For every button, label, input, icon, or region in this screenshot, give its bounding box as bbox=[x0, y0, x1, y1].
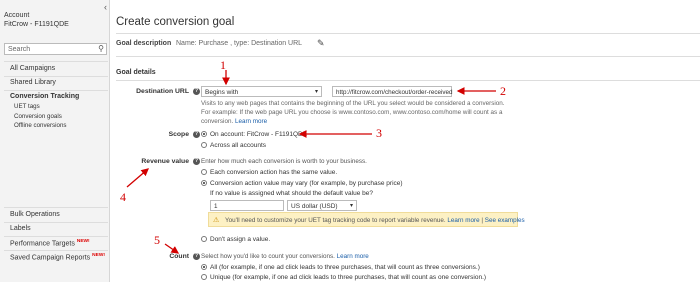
sidebar-item-conversion-tracking[interactable]: Conversion Tracking bbox=[10, 93, 79, 100]
scope-label: Scope bbox=[168, 131, 189, 138]
count-desc-text: Select how you'd like to count your conv… bbox=[201, 253, 335, 260]
search-icon[interactable]: ⚲ bbox=[98, 44, 104, 53]
option-label: All (for example, if one ad click leads … bbox=[210, 264, 480, 271]
default-value-input[interactable]: 1 bbox=[210, 200, 284, 211]
radio-selected[interactable] bbox=[201, 180, 207, 186]
see-examples-link[interactable]: See examples bbox=[485, 217, 525, 224]
learn-more-link[interactable]: Learn more bbox=[235, 118, 267, 125]
warning-message: You'll need to customize your UET tag tr… bbox=[225, 216, 446, 224]
warning-banner: ⚠ You'll need to customize your UET tag … bbox=[208, 212, 525, 227]
learn-more-link[interactable]: Learn more bbox=[337, 253, 369, 260]
desc-text: conversion. bbox=[201, 118, 234, 125]
edit-pencil-icon[interactable]: ✎ bbox=[317, 38, 325, 49]
sidebar-item-performance-targets[interactable]: Performance Targets NEW! bbox=[10, 239, 90, 247]
account-id[interactable]: FitCrow - F1191QDE bbox=[4, 21, 69, 28]
main-content: Create conversion goal Goal description … bbox=[110, 0, 700, 282]
radio-selected[interactable] bbox=[201, 131, 207, 137]
annotation-number: 1 bbox=[220, 58, 226, 72]
help-icon[interactable]: ? bbox=[193, 131, 200, 138]
count-option-unique[interactable]: Unique (for example, if one ad click lea… bbox=[201, 274, 486, 281]
warning-icon: ⚠ bbox=[213, 217, 220, 224]
help-icon[interactable]: ? bbox=[193, 158, 200, 165]
goal-description-value: Name: Purchase , type: Destination URL bbox=[176, 40, 303, 47]
sidebar-item-bulk-operations[interactable]: Bulk Operations bbox=[10, 211, 60, 218]
help-icon[interactable]: ? bbox=[193, 253, 200, 260]
revenue-option-none[interactable]: Don't assign a value. bbox=[201, 236, 270, 243]
separator: | bbox=[481, 216, 484, 224]
scope-option-all-accounts[interactable]: Across all accounts bbox=[201, 142, 266, 149]
revenue-value-label: Revenue value bbox=[141, 158, 189, 165]
page-title: Create conversion goal bbox=[116, 16, 235, 28]
option-label: Each conversion action has the same valu… bbox=[210, 169, 338, 176]
warning-text: You'll need to customize your UET tag tr… bbox=[225, 217, 525, 224]
divider bbox=[4, 222, 108, 223]
chevron-down-icon: ▾ bbox=[314, 89, 318, 95]
new-badge: NEW! bbox=[76, 239, 90, 244]
destination-url-desc: conversion. Learn more bbox=[201, 118, 267, 125]
option-label: On account: FitCrow - F1191QDE bbox=[210, 131, 308, 138]
count-option-all[interactable]: All (for example, if one ad click leads … bbox=[201, 264, 480, 271]
radio[interactable] bbox=[201, 169, 207, 175]
destination-url-desc: For example: If the web page URL you cho… bbox=[201, 109, 503, 116]
divider bbox=[4, 61, 108, 62]
collapse-sidebar-icon[interactable]: ‹ bbox=[104, 2, 107, 12]
radio[interactable] bbox=[201, 142, 207, 148]
radio[interactable] bbox=[201, 274, 207, 280]
default-value: 1 bbox=[214, 202, 218, 210]
divider bbox=[116, 56, 700, 57]
divider bbox=[4, 207, 108, 208]
destination-url-input[interactable]: http://fitcrow.com/checkout/order-receiv… bbox=[332, 86, 453, 97]
sidebar-subitem-offline-conversions[interactable]: Offline conversions bbox=[14, 122, 67, 129]
radio[interactable] bbox=[201, 236, 207, 242]
count-label: Count bbox=[169, 253, 189, 260]
annotation-number: 5 bbox=[154, 233, 160, 247]
radio-selected[interactable] bbox=[201, 264, 207, 270]
goal-description-label: Goal description bbox=[116, 40, 172, 47]
default-value-question: If no value is assigned what should the … bbox=[210, 190, 373, 197]
option-label: Unique (for example, if one ad click lea… bbox=[210, 274, 487, 281]
divider bbox=[4, 90, 108, 91]
sidebar-subitem-conversion-goals[interactable]: Conversion goals bbox=[14, 113, 62, 120]
search-input[interactable]: Search ⚲ bbox=[4, 43, 107, 55]
account-label: Account bbox=[4, 12, 30, 19]
divider bbox=[4, 250, 108, 251]
divider bbox=[4, 76, 108, 77]
performance-targets-label: Performance Targets bbox=[10, 240, 75, 248]
count-desc: Select how you'd like to count your conv… bbox=[201, 253, 369, 260]
option-label: Don't assign a value. bbox=[210, 236, 271, 243]
scope-option-account[interactable]: On account: FitCrow - F1191QDE bbox=[201, 131, 307, 138]
revenue-desc: Enter how much each conversion is worth … bbox=[201, 158, 367, 165]
option-label: Conversion action value may vary (for ex… bbox=[210, 180, 403, 187]
sidebar-subitem-uet-tags[interactable]: UET tags bbox=[14, 103, 40, 110]
sidebar-item-saved-campaign-reports[interactable]: Saved Campaign Reports NEW! bbox=[10, 253, 105, 261]
destination-url-value: http://fitcrow.com/checkout/order-receiv… bbox=[336, 88, 453, 96]
chevron-down-icon: ▾ bbox=[349, 203, 353, 209]
help-icon[interactable]: ? bbox=[193, 88, 200, 95]
match-type-dropdown[interactable]: Begins with ▾ bbox=[201, 86, 322, 97]
destination-url-label: Destination URL bbox=[136, 88, 189, 95]
sidebar-item-shared-library[interactable]: Shared Library bbox=[10, 79, 56, 86]
divider bbox=[4, 236, 108, 237]
revenue-option-same[interactable]: Each conversion action has the same valu… bbox=[201, 169, 337, 176]
annotation-number: 3 bbox=[376, 126, 382, 140]
destination-url-desc: Visits to any web pages that contains th… bbox=[201, 100, 505, 107]
sidebar: ‹ Account FitCrow - F1191QDE Search ⚲ Al… bbox=[0, 0, 110, 282]
sidebar-item-all-campaigns[interactable]: All Campaigns bbox=[10, 65, 55, 72]
learn-more-link[interactable]: Learn more bbox=[447, 217, 479, 224]
annotation-number: 2 bbox=[500, 84, 506, 98]
currency-value: US dollar (USD) bbox=[291, 202, 338, 210]
currency-dropdown[interactable]: US dollar (USD) ▾ bbox=[287, 200, 357, 211]
option-label: Across all accounts bbox=[210, 142, 266, 149]
section-title-goal-details: Goal details bbox=[116, 69, 156, 76]
divider bbox=[116, 80, 700, 81]
revenue-option-vary[interactable]: Conversion action value may vary (for ex… bbox=[201, 180, 403, 187]
saved-campaign-reports-label: Saved Campaign Reports bbox=[10, 254, 91, 262]
divider bbox=[116, 33, 700, 34]
annotation-number: 4 bbox=[120, 190, 126, 204]
match-type-value: Begins with bbox=[205, 88, 239, 96]
sidebar-item-labels[interactable]: Labels bbox=[10, 225, 31, 232]
search-placeholder: Search bbox=[8, 46, 31, 53]
